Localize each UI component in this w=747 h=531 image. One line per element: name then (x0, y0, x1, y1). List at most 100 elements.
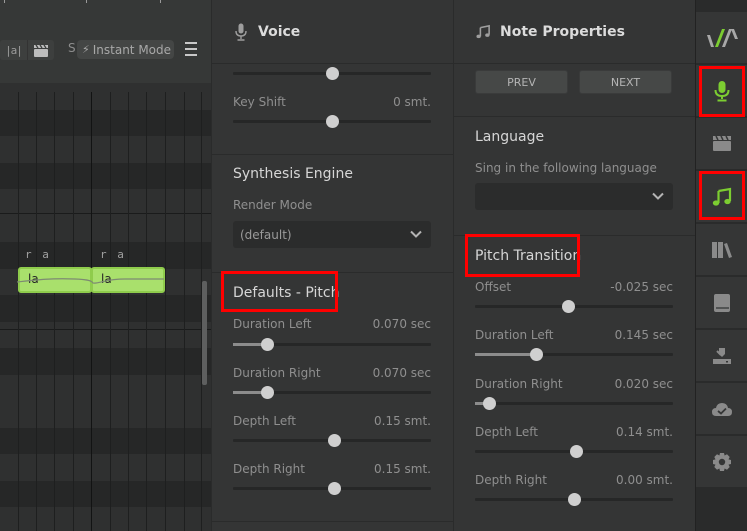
sidebar-note-properties[interactable] (696, 171, 747, 223)
slider-thumb[interactable] (562, 300, 575, 313)
pitch-lane[interactable] (0, 507, 211, 531)
voice-top-slider[interactable] (233, 67, 431, 80)
logo-icon (707, 28, 738, 47)
phoneme-label: r a (25, 248, 51, 261)
slider-track[interactable] (475, 402, 673, 405)
beat-line (128, 92, 129, 531)
sidebar-logo[interactable] (696, 12, 747, 64)
dp-depth-right-value: 0.15 smt. (374, 462, 431, 476)
hamburger-menu-icon[interactable] (185, 42, 197, 56)
pitch-lane[interactable] (0, 428, 211, 455)
pt-duration-left-value: 0.145 sec (614, 328, 673, 342)
note-grid[interactable] (0, 83, 211, 531)
pitch-lane[interactable] (0, 216, 211, 243)
pitch-lane[interactable] (0, 401, 211, 428)
pt-duration-left-label: Duration Left (475, 328, 554, 342)
pitch-lane[interactable] (0, 189, 211, 216)
pt-depth-left-slider[interactable] (475, 445, 673, 458)
slider-thumb[interactable] (261, 338, 274, 351)
language-subtitle: Sing in the following language (475, 161, 657, 175)
note-panel-title: Note Properties (500, 23, 625, 40)
lyric-mode-button[interactable]: |a| (0, 40, 28, 60)
slider-thumb[interactable] (568, 493, 581, 506)
pitch-lane[interactable] (0, 136, 211, 163)
pitch-lane[interactable] (0, 163, 211, 190)
slider-thumb[interactable] (530, 348, 543, 361)
slider-thumb[interactable] (328, 482, 341, 495)
dp-duration-right-slider[interactable] (233, 386, 431, 399)
lyric-mode-icon: |a| (5, 43, 23, 57)
pt-offset-label: Offset (475, 280, 512, 294)
language-dropdown[interactable] (475, 183, 673, 210)
defaults-pitch-title: Defaults - Pitch (233, 285, 340, 301)
pitch-lane[interactable] (0, 83, 211, 110)
note-lyric: la (28, 272, 39, 286)
pt-offset-slider[interactable] (475, 300, 673, 313)
clapper-icon (34, 44, 48, 57)
sidebar-render[interactable] (696, 330, 747, 382)
phoneme-label: r a (100, 248, 126, 261)
settings-gear-icon (713, 452, 731, 471)
right-sidebar (695, 0, 747, 531)
dp-duration-left-value: 0.070 sec (372, 317, 431, 331)
chevron-down-icon (410, 230, 422, 238)
next-button[interactable]: NEXT (579, 70, 672, 94)
sidebar-cloud[interactable] (696, 383, 747, 435)
pitch-lane[interactable] (0, 295, 211, 322)
slider-thumb[interactable] (326, 67, 339, 80)
slider-thumb[interactable] (570, 445, 583, 458)
piano-roll-editor: |a| S ⚡ Instant Mode r a r a la la (0, 0, 211, 531)
pitch-lane[interactable] (0, 322, 211, 349)
dp-duration-right-label: Duration Right (233, 366, 321, 380)
book-icon (714, 293, 730, 312)
sidebar-library[interactable] (696, 224, 747, 276)
beat-line (54, 92, 55, 531)
pitch-lane[interactable] (0, 110, 211, 137)
pitch-lane[interactable] (0, 375, 211, 402)
note-block[interactable]: la (91, 267, 165, 293)
render-mode-value: (default) (240, 227, 292, 242)
beat-line (110, 92, 111, 531)
beat-line (36, 92, 37, 531)
timeline-ruler[interactable] (0, 0, 211, 4)
pt-duration-right-label: Duration Right (475, 377, 563, 391)
slider-thumb[interactable] (326, 115, 339, 128)
key-shift-value: 0 smt. (393, 95, 431, 109)
divider (454, 116, 695, 117)
divider (454, 235, 695, 236)
dp-depth-right-slider[interactable] (233, 482, 431, 495)
sidebar-settings[interactable] (696, 436, 747, 488)
dp-depth-left-slider[interactable] (233, 434, 431, 447)
pt-duration-left-slider[interactable] (475, 348, 673, 361)
render-mode-dropdown[interactable]: (default) (233, 221, 431, 248)
pt-duration-right-slider[interactable] (475, 397, 673, 410)
voice-panel: Voice Key Shift 0 smt. Synthesis Engine … (211, 0, 453, 531)
s-label: S (68, 41, 76, 55)
pitch-lane[interactable] (0, 481, 211, 508)
pt-depth-right-slider[interactable] (475, 493, 673, 506)
dp-duration-left-slider[interactable] (233, 338, 431, 351)
sidebar-voice[interactable] (696, 65, 747, 117)
clapper-button[interactable] (28, 40, 54, 60)
note-block[interactable]: la (18, 267, 92, 293)
octave-line (0, 213, 211, 214)
tool-group: |a| (0, 40, 54, 60)
slider-thumb[interactable] (483, 397, 496, 410)
sidebar-book[interactable] (696, 277, 747, 329)
lightning-icon: ⚡ (82, 43, 90, 56)
pt-offset-value: -0.025 sec (610, 280, 673, 294)
instant-mode-button[interactable]: ⚡ Instant Mode (77, 40, 174, 59)
sidebar-clapper[interactable] (696, 118, 747, 170)
pitch-lane[interactable] (0, 454, 211, 481)
vertical-scrollbar[interactable] (202, 281, 207, 385)
octave-line (0, 329, 211, 330)
clapper-icon (713, 135, 731, 151)
slider-thumb[interactable] (261, 386, 274, 399)
prev-button[interactable]: PREV (475, 70, 568, 94)
voice-panel-header: Voice (212, 0, 453, 64)
beat-line (165, 92, 166, 531)
key-shift-slider[interactable] (233, 115, 431, 128)
slider-thumb[interactable] (328, 434, 341, 447)
next-label: NEXT (610, 75, 641, 89)
pitch-lane[interactable] (0, 348, 211, 375)
